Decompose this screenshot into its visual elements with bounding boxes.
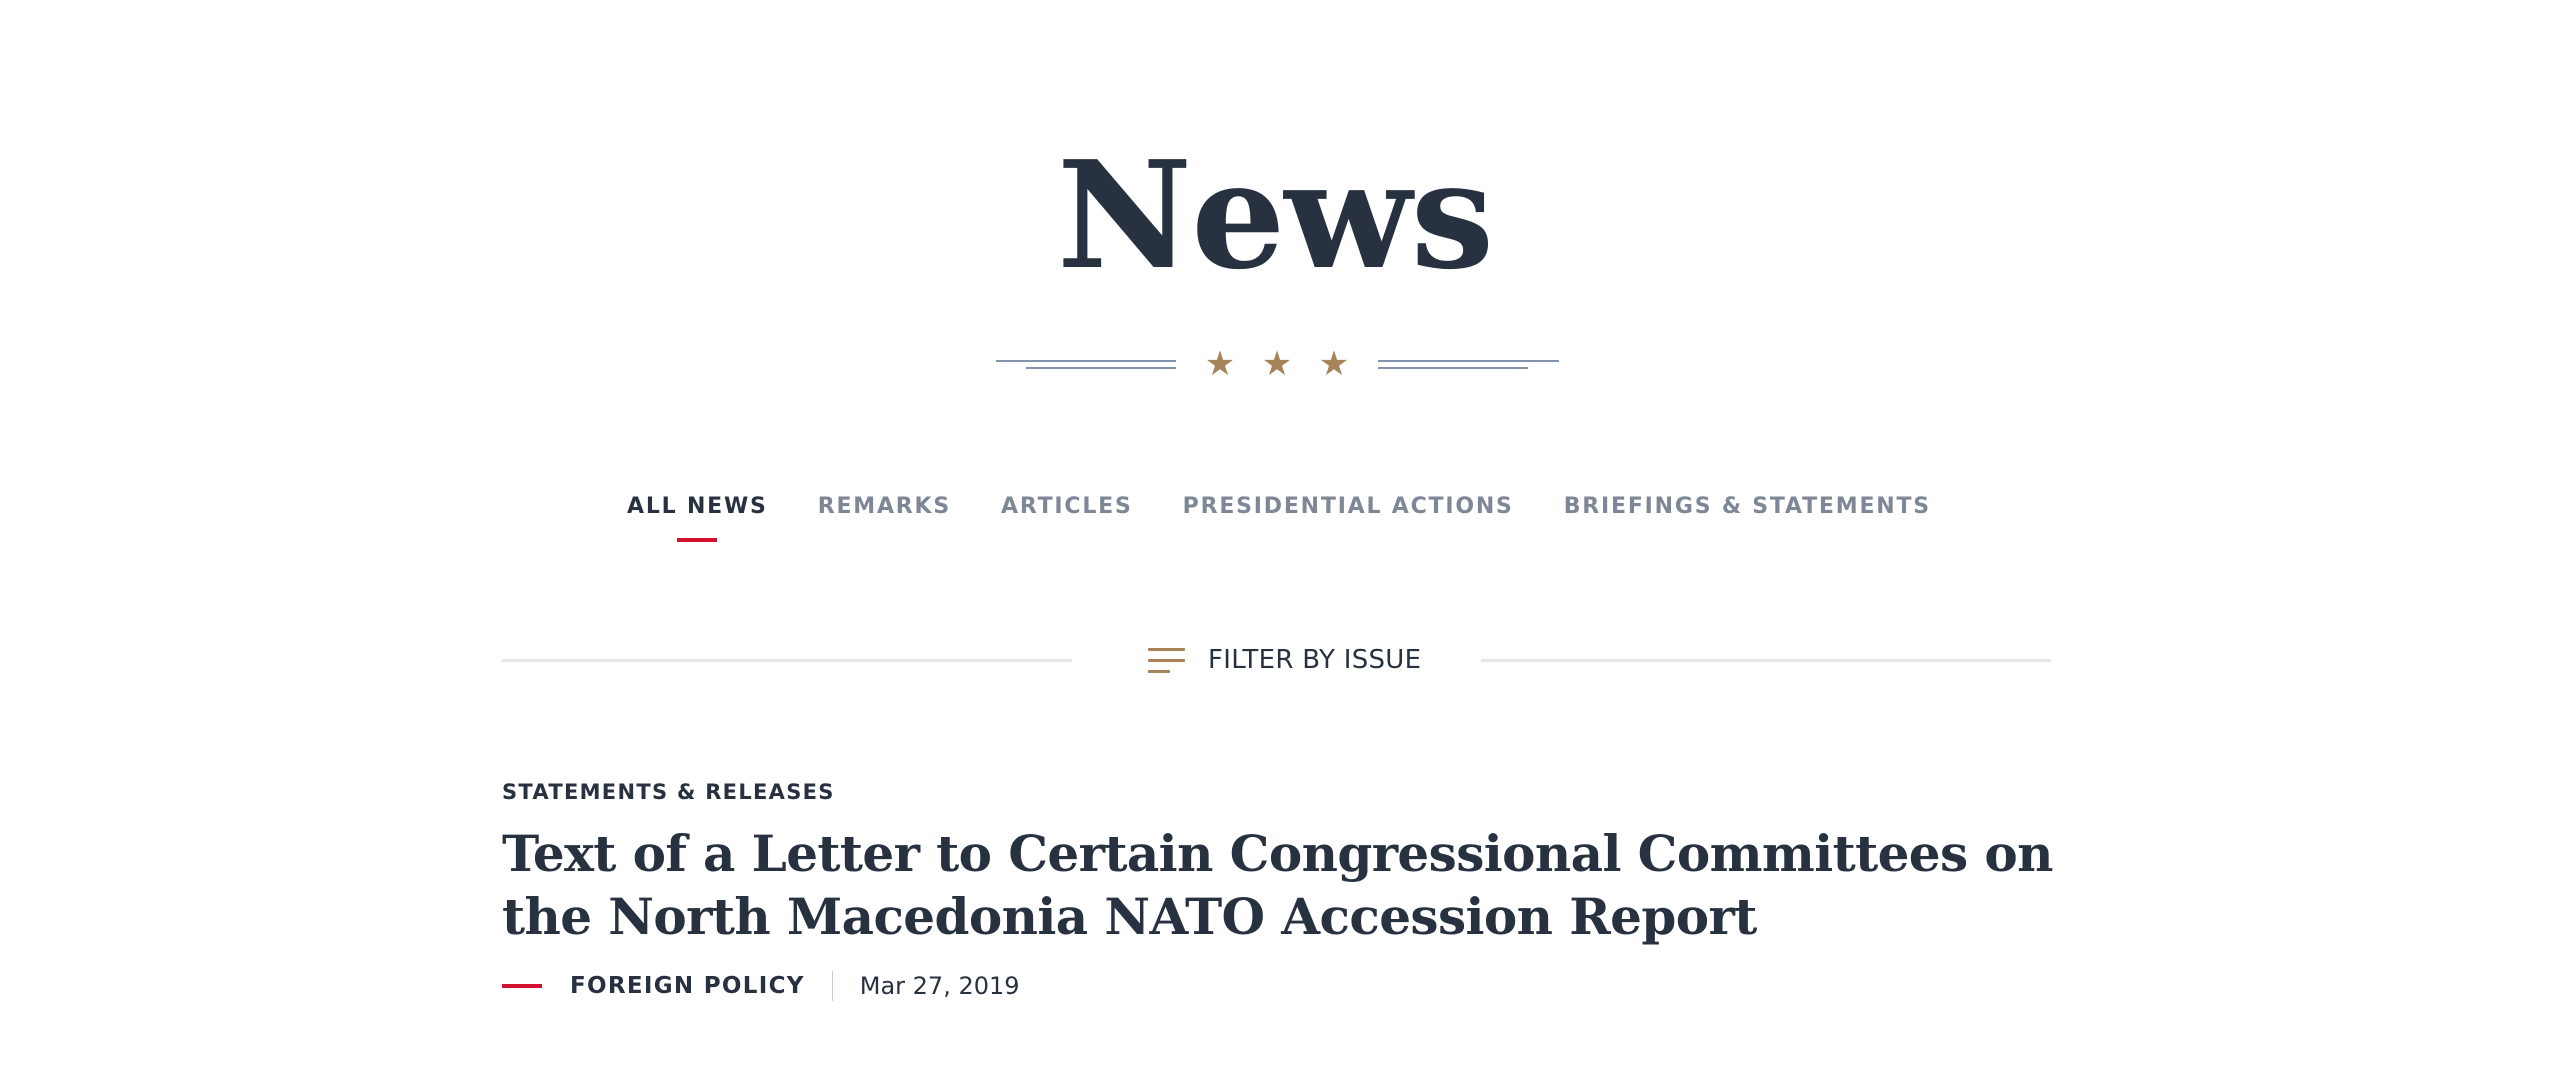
star-icon: ★ bbox=[1204, 344, 1236, 384]
article-meta: Foreign Policy Mar 27, 2019 bbox=[502, 968, 2062, 1004]
star-icon: ★ bbox=[1318, 344, 1350, 384]
ornament-line-left-top bbox=[996, 360, 1176, 362]
ornament-line-left-bottom bbox=[1026, 367, 1176, 369]
filter-divider-right bbox=[1481, 659, 2051, 662]
article-date: Mar 27, 2019 bbox=[859, 972, 1020, 1000]
star-icon: ★ bbox=[1261, 344, 1293, 384]
news-category-tabs: All News Remarks Articles Presidential A… bbox=[0, 490, 2550, 524]
article-issue-link[interactable]: Foreign Policy bbox=[570, 973, 805, 999]
tab-articles[interactable]: Articles bbox=[1001, 490, 1133, 524]
meta-divider bbox=[831, 971, 833, 1001]
title-ornament: ★ ★ ★ bbox=[0, 346, 2550, 386]
tab-presidential-actions[interactable]: Presidential Actions bbox=[1183, 490, 1514, 524]
news-article: Statements & Releases Text of a Letter t… bbox=[502, 774, 2062, 1004]
issue-accent-bar bbox=[502, 984, 542, 988]
page-title: News bbox=[1056, 128, 1494, 302]
ornament-line-right-bottom bbox=[1378, 367, 1528, 369]
filter-by-issue-label: FILTER BY ISSUE bbox=[1208, 645, 1422, 675]
ornament-line-right-top bbox=[1378, 360, 1559, 362]
article-title-link[interactable]: Text of a Letter to Certain Congressiona… bbox=[502, 822, 2062, 948]
article-category: Statements & Releases bbox=[502, 780, 835, 804]
tab-briefings-statements[interactable]: Briefings & Statements bbox=[1564, 490, 1931, 524]
filter-lines-icon bbox=[1148, 645, 1186, 675]
tab-all-news[interactable]: All News bbox=[627, 490, 768, 524]
filter-divider-left bbox=[502, 659, 1072, 662]
filter-by-issue-button[interactable]: FILTER BY ISSUE bbox=[1148, 638, 1421, 682]
tab-remarks[interactable]: Remarks bbox=[818, 490, 951, 524]
